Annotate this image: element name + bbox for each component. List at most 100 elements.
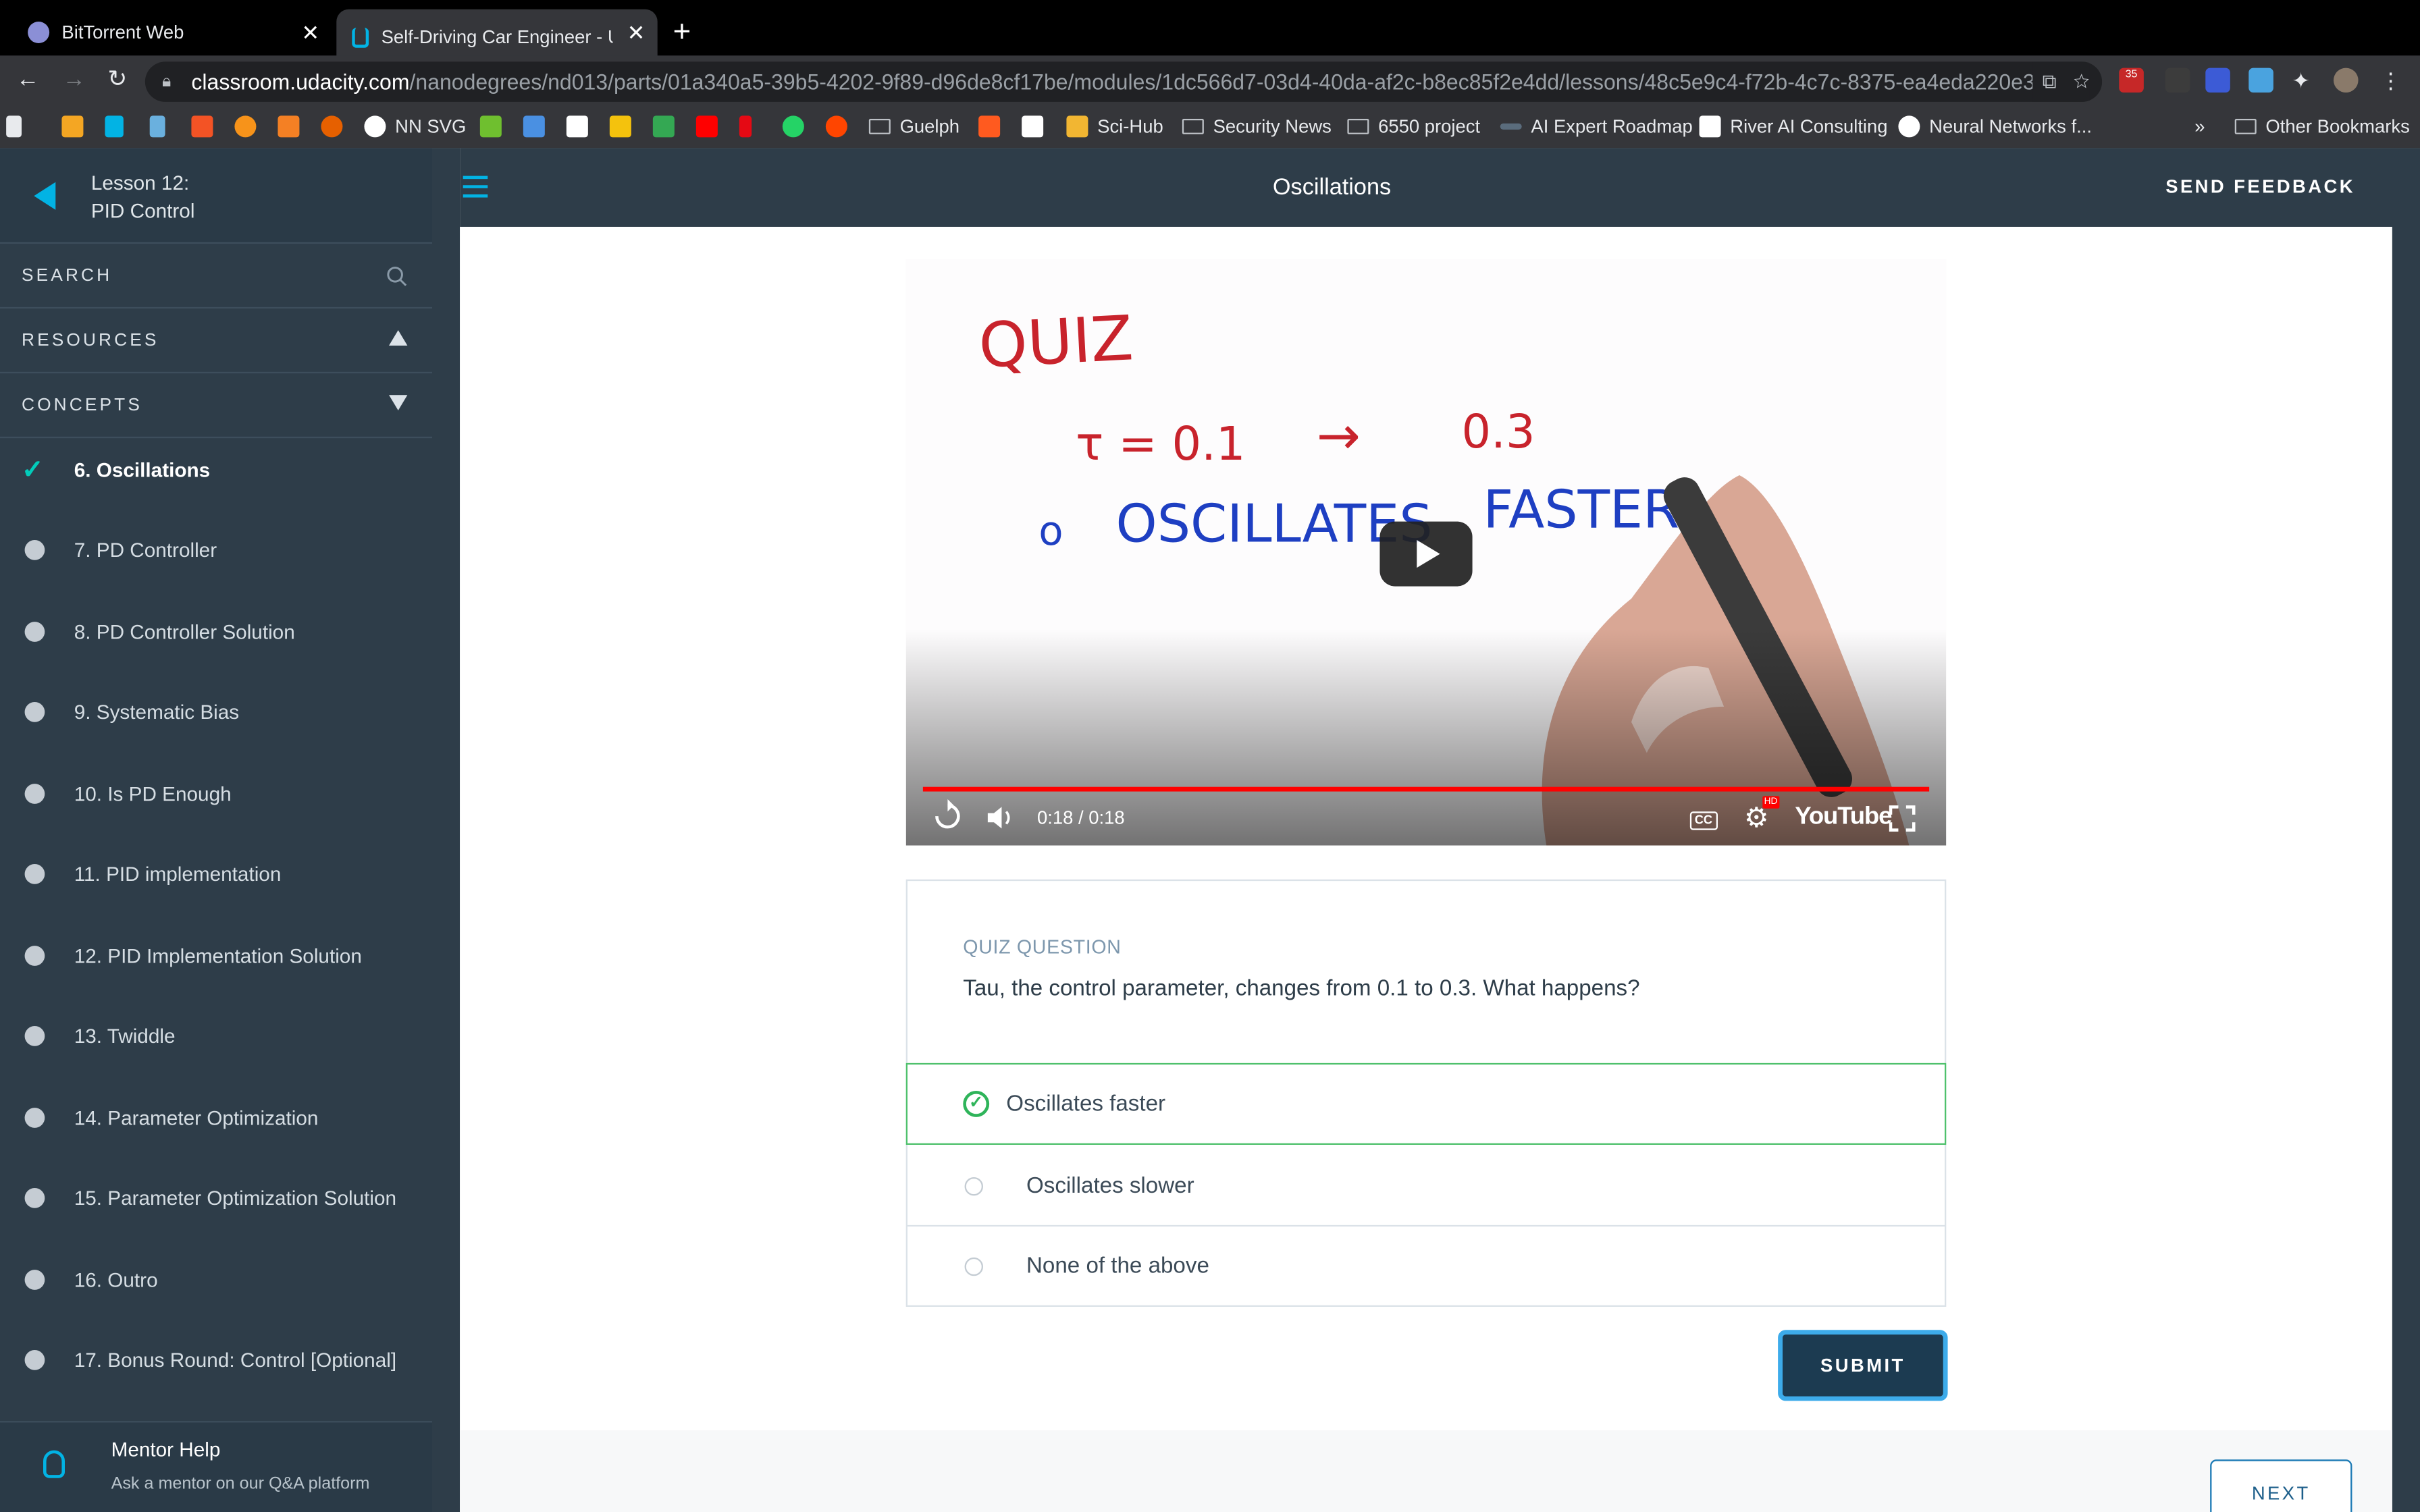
bookmark-6550-project[interactable]: 6550 project: [1347, 115, 1480, 137]
bookmark-favicon-icon[interactable]: [6, 115, 22, 138]
sidebar-concept-label: 7. PD Controller: [74, 538, 217, 562]
quiz-option-2[interactable]: Oscillates slower: [906, 1145, 1947, 1226]
sidebar-concept-label: 6. Oscillations: [74, 457, 211, 481]
volume-icon[interactable]: [987, 799, 1014, 836]
lesson-header[interactable]: Lesson 12: PID Control: [0, 148, 432, 244]
profile-avatar[interactable]: [2334, 68, 2359, 93]
tab-bittorrent[interactable]: BitTorrent Web ✕: [0, 9, 332, 56]
youtube-favicon-icon[interactable]: [695, 115, 718, 138]
bookmark-ai-expert-roadmap[interactable]: AI Expert Roadmap: [1500, 115, 1693, 137]
extension-blue-icon[interactable]: [2205, 68, 2230, 93]
folder-icon: [1182, 119, 1204, 134]
netflix-favicon-icon[interactable]: [739, 115, 752, 138]
back-arrow-icon[interactable]: ←: [12, 65, 43, 96]
bookmark-nn-svg[interactable]: NN SVG: [364, 115, 466, 138]
open-external-icon[interactable]: ⧉: [2043, 70, 2057, 92]
extension-m-icon[interactable]: [2165, 68, 2190, 93]
sidebar-concept-item[interactable]: 12. PID Implementation Solution: [0, 915, 432, 995]
submit-button[interactable]: SUBMIT: [1778, 1330, 1948, 1401]
browser-menu-icon[interactable]: ⋮: [2380, 68, 2405, 93]
extension-window-icon[interactable]: [2248, 68, 2273, 93]
play-button[interactable]: [1379, 521, 1473, 587]
quiz-question-text: Tau, the control parameter, changes from…: [963, 976, 1640, 1002]
back-arrow-icon[interactable]: [34, 182, 56, 210]
sidebar-concept-item[interactable]: 13. Twiddle: [0, 996, 432, 1076]
incomplete-dot-icon: [24, 1107, 45, 1127]
upwork-favicon-icon[interactable]: [479, 115, 502, 138]
new-tab-icon[interactable]: +: [673, 16, 691, 49]
reload-icon[interactable]: ↻: [102, 65, 133, 96]
bittorrent-favicon-icon: [28, 22, 50, 43]
medium-favicon-icon[interactable]: [566, 115, 588, 138]
sidebar-concept-item[interactable]: 16. Outro: [0, 1239, 432, 1319]
bookmark-favicon-icon[interactable]: [321, 115, 343, 138]
sidebar-concept-item[interactable]: 11. PID implementation: [0, 834, 432, 914]
close-tab-icon[interactable]: ✕: [301, 20, 319, 45]
bookmark-favicon-icon[interactable]: [609, 115, 631, 138]
reddit-favicon-icon[interactable]: [825, 115, 847, 138]
video-player[interactable]: QUIZ τ = 0.1 → 0.3 o OSCILLATES FASTER 0…: [905, 259, 1947, 846]
sidebar-concept-item[interactable]: 8. PD Controller Solution: [0, 591, 432, 671]
bitcoin-favicon-icon[interactable]: [234, 115, 257, 138]
radio-button[interactable]: [964, 1256, 984, 1276]
bookmark-river-ai[interactable]: River AI Consulting: [1699, 115, 1888, 138]
video-progress-bar[interactable]: [922, 786, 1930, 792]
stackoverflow-favicon-icon[interactable]: [278, 115, 300, 138]
bookmark-neural-networks[interactable]: Neural Networks f...: [1898, 115, 2092, 138]
bookmark-favicon-icon[interactable]: [105, 115, 124, 138]
quiz-option-1[interactable]: ✓ Oscillates faster: [905, 1062, 1947, 1145]
fullscreen-icon[interactable]: [1889, 799, 1916, 836]
captions-icon[interactable]: CC: [1689, 799, 1717, 836]
sci-hub-favicon-icon: [1066, 115, 1088, 138]
sidebar-search[interactable]: SEARCH: [0, 244, 432, 309]
whiteboard-tau-to: 0.3: [1462, 405, 1535, 459]
sidebar-concept-item[interactable]: 10. Is PD Enough: [0, 753, 432, 833]
sidebar-concept-item[interactable]: ✓ 6. Oscillations: [0, 429, 432, 509]
bookmark-favicon-icon[interactable]: [61, 115, 84, 138]
bookmark-security-news[interactable]: Security News: [1182, 115, 1332, 137]
bookmark-other-bookmarks[interactable]: Other Bookmarks: [2234, 115, 2410, 137]
close-tab-icon[interactable]: ✕: [627, 20, 646, 45]
incomplete-dot-icon: [24, 864, 45, 884]
extension-abp-icon[interactable]: 35: [2119, 68, 2144, 93]
google-drive-favicon-icon[interactable]: [652, 115, 675, 138]
caret-up-icon[interactable]: [389, 308, 408, 373]
mentor-help[interactable]: Mentor Help Ask a mentor on our Q&A plat…: [0, 1421, 432, 1512]
replay-icon[interactable]: [934, 799, 962, 836]
search-icon[interactable]: [386, 244, 407, 315]
extensions-puzzle-icon[interactable]: ✦: [2292, 68, 2317, 93]
whatsapp-favicon-icon[interactable]: [782, 115, 804, 138]
settings-gear-icon[interactable]: ⚙ HD: [1744, 796, 1779, 836]
bookmark-favicon-icon: [1898, 115, 1920, 138]
sidebar-concept-item[interactable]: 15. Parameter Optimization Solution: [0, 1158, 432, 1238]
forward-arrow-icon[interactable]: →: [59, 65, 90, 96]
youtube-logo[interactable]: YouTube: [1795, 799, 1892, 836]
sidebar-concept-item[interactable]: 14. Parameter Optimization: [0, 1077, 432, 1157]
url-input[interactable]: 🔒︎ classroom.udacity.com/nanodegrees/nd0…: [144, 61, 2103, 102]
sidebar-concept-item[interactable]: 9. Systematic Bias: [0, 672, 432, 752]
sidebar-resources[interactable]: RESOURCES: [0, 308, 432, 374]
bookmark-favicon-icon: [1500, 123, 1522, 130]
incomplete-dot-icon: [24, 540, 45, 560]
bookmarks-overflow-icon[interactable]: »: [2194, 115, 2205, 137]
sidebar-concept-item[interactable]: 17. Bonus Round: Control [Optional]: [0, 1320, 432, 1400]
incomplete-dot-icon: [24, 1188, 45, 1208]
microsoft-favicon-icon[interactable]: [191, 115, 213, 138]
bookmark-sci-hub[interactable]: Sci-Hub: [1066, 115, 1163, 138]
lesson-sidebar: Lesson 12: PID Control SEARCH RESOURCES …: [0, 148, 432, 1512]
sidebar-concept-label: 14. Parameter Optimization: [74, 1105, 319, 1129]
bookmark-favicon-icon[interactable]: [978, 115, 1001, 138]
quiz-option-3[interactable]: None of the above: [906, 1225, 1947, 1307]
bookmark-favicon-icon[interactable]: [1022, 115, 1044, 138]
radio-button[interactable]: [964, 1176, 984, 1195]
sidebar-concept-item[interactable]: 7. PD Controller: [0, 510, 432, 590]
bookmark-guelph[interactable]: Guelph: [868, 115, 959, 137]
bookmark-favicon-icon[interactable]: [523, 115, 545, 138]
sidebar-concept-label: 8. PD Controller Solution: [74, 619, 295, 643]
bookmark-favicon-icon[interactable]: [149, 115, 165, 138]
sidebar-concept-label: 10. Is PD Enough: [74, 781, 232, 805]
bookmark-star-icon[interactable]: ☆: [2074, 70, 2090, 92]
send-feedback-button[interactable]: SEND FEEDBACK: [2165, 148, 2355, 227]
sidebar-concept-label: 15. Parameter Optimization Solution: [74, 1186, 397, 1210]
next-button[interactable]: NEXT: [2210, 1459, 2352, 1512]
